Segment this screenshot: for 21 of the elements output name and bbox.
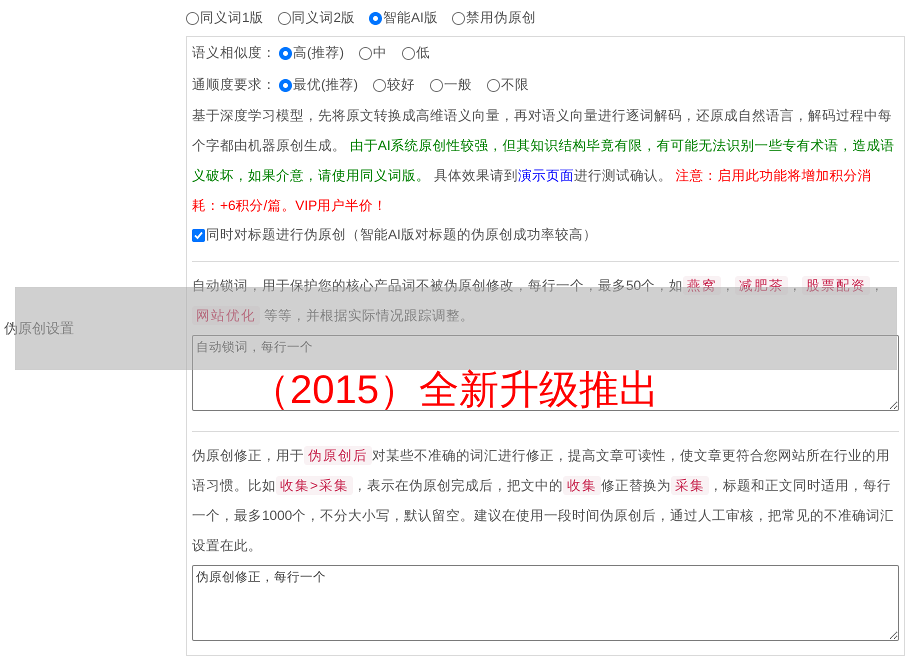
option-radio[interactable]: 中 [359, 44, 387, 62]
mode-radio[interactable]: 智能AI版 [369, 9, 438, 27]
section-label: 伪原创设置 [3, 320, 75, 338]
option-radio[interactable]: 较好 [373, 76, 415, 94]
option-label: 语义相似度： [192, 44, 276, 62]
option-radio[interactable]: 高(推荐) [279, 44, 344, 62]
option-radio[interactable]: 低 [402, 44, 430, 62]
mode-radio[interactable]: 同义词2版 [278, 9, 356, 27]
correction-description: 伪原创修正，用于 伪原创后 对某些不准确的词汇进行修正，提高文章可读性，使文章更符合您网站所在行业的用语习惯。比如 收集>采集 ，表示在伪原创完成后，把文中的 收集 修正替换为 采集 ，标题和正文同时适用，每行一个，最多1000个，不分大小写，默认留空。建议在使用一段时间伪原创后，通过人工审核，把常见的不准确词汇设置在此。 [192, 445, 896, 555]
option-radio[interactable]: 最优(推荐) [279, 76, 358, 94]
title-checkbox[interactable]: 同时对标题进行伪原创（智能AI版对标题的伪原创成功率较高） [192, 221, 899, 249]
correction-field[interactable]: 伪原创修正，每行一个 [192, 565, 899, 641]
promo-text: （2015）全新升级推出 [250, 367, 659, 414]
option-radio[interactable]: 一般 [430, 76, 472, 94]
mode-radio[interactable]: 禁用伪原创 [452, 9, 536, 27]
demo-page-link[interactable]: 演示页面 [518, 168, 574, 183]
ai-description: 基于深度学习模型，先将原文转换成高维语义向量，再对语义向量进行逐词解码，还原成自然语言，解码过程中每个字都由机器原创生成。 由于AI系统原创性较强，但其知识结构毕竟有限，有可能无法识别一些专有术语，造成语义破坏，如果介意，请使用同义词版。 具体效果请到演示页面进行测试确认。 注意：启用此功能将增加积分消耗：+6积分/篇。VIP用户半价！ [192, 107, 896, 215]
lock-words-description: 自动锁词，用于保护您的核心产品词不被伪原创修改，每行一个，最多50个，如 燕窝 ， 减肥茶 ， 股票配资 ， 网站优化 等等，并根据实际情况跟踪调整。 [192, 275, 886, 327]
option-label: 通顺度要求： [192, 76, 276, 94]
option-radio[interactable]: 不限 [487, 76, 529, 94]
mode-radio[interactable]: 同义词1版 [186, 9, 264, 27]
